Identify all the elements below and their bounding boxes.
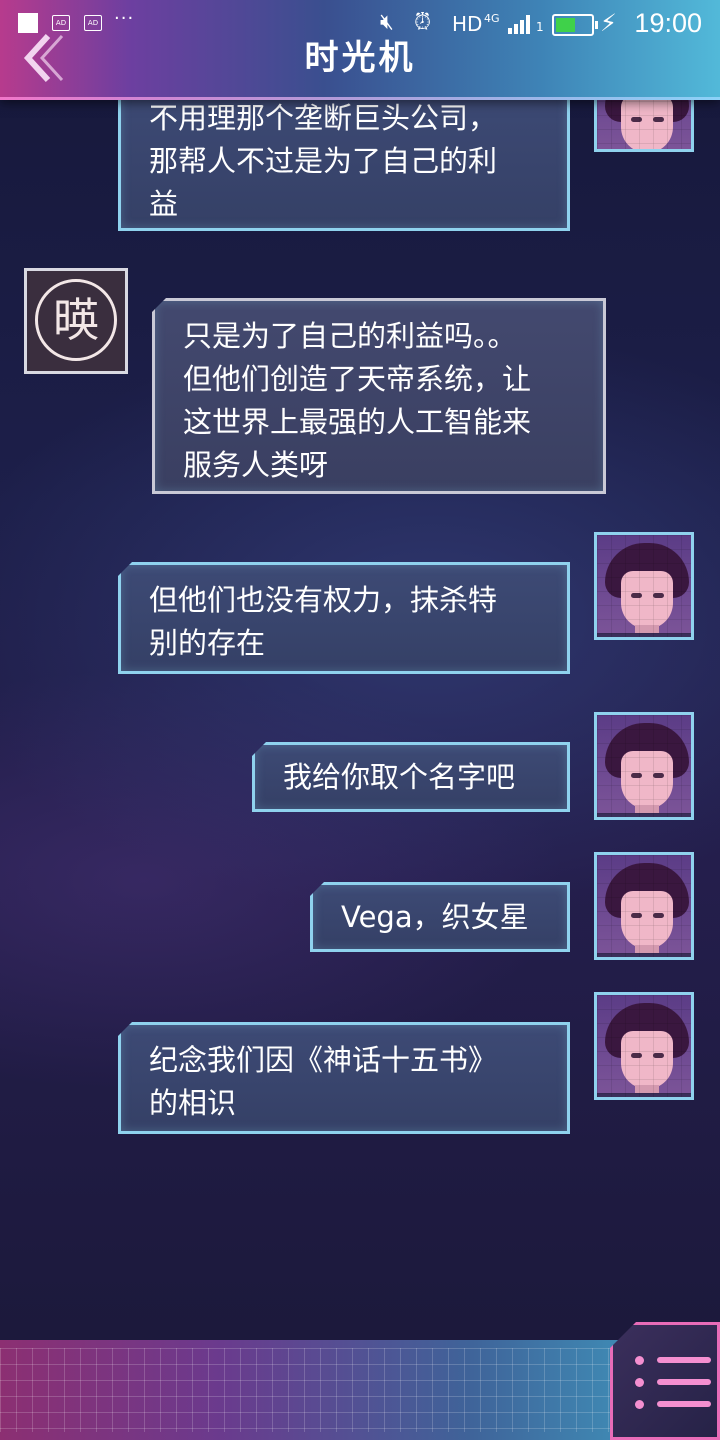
sim-slot-label: 1	[536, 20, 544, 34]
battery-level	[556, 18, 576, 32]
user-avatar[interactable]	[594, 852, 694, 960]
message-bubble: 只是为了自己的利益吗。。 但他们创造了天帝系统，让 这世界上最强的人工智能来 服…	[152, 298, 606, 494]
signal-icon	[508, 14, 534, 34]
message-line: 别的存在	[149, 626, 266, 660]
message-line: 我给你取个名字吧	[283, 760, 516, 794]
message-line: 的相识	[149, 1086, 237, 1120]
message-line: 益	[149, 187, 179, 221]
status-bar: AD AD ··· 🔇︎ ⏰︎ HD 4G 1 ⚡︎ 19:00	[0, 0, 720, 48]
mute-icon: 🔇︎	[380, 10, 394, 35]
notification-icon	[18, 13, 38, 33]
clock: 19:00	[634, 8, 702, 38]
message-bubble: 纪念我们因《神话十五书》 的相识	[118, 1022, 570, 1134]
ad-icon: AD	[84, 15, 102, 31]
message-line: 但他们也没有权力，抹杀特	[149, 583, 498, 617]
message-line: Vega，织女星	[341, 900, 529, 934]
message-line: 服务人类呀	[183, 448, 329, 482]
battery-icon	[552, 14, 598, 36]
user-avatar[interactable]	[594, 532, 694, 640]
message-line: 那帮人不过是为了自己的利	[149, 144, 498, 178]
message-line: 但他们创造了天帝系统，让	[183, 362, 532, 396]
user-avatar[interactable]	[594, 992, 694, 1100]
network-type-label: 4G	[484, 12, 500, 25]
message-bubble: 我给你取个名字吧	[252, 742, 570, 812]
message-bubble: 但他们也没有权力，抹杀特 别的存在	[118, 562, 570, 674]
menu-button[interactable]	[610, 1322, 720, 1440]
message-line: 纪念我们因《神话十五书》	[149, 1043, 498, 1077]
message-line: 只是为了自己的利益吗。。	[183, 319, 517, 353]
ad-icon: AD	[52, 15, 70, 31]
user-avatar[interactable]	[594, 712, 694, 820]
message-bubble: 不用理那个垄断巨头公司， 那帮人不过是为了自己的利 益	[118, 86, 570, 231]
message-bubble: Vega，织女星	[310, 882, 570, 952]
bottom-bar-grid	[0, 1348, 610, 1432]
alarm-icon: ⏰︎	[414, 10, 432, 35]
message-line: 不用理那个垄断巨头公司，	[149, 101, 498, 135]
contact-avatar-glyph: 暎	[35, 279, 117, 361]
more-notifications-icon: ···	[114, 8, 135, 29]
contact-avatar[interactable]: 暎	[24, 268, 128, 374]
charging-icon: ⚡︎	[600, 9, 617, 37]
message-line: 这世界上最强的人工智能来	[183, 405, 532, 439]
hd-label: HD	[452, 12, 483, 36]
